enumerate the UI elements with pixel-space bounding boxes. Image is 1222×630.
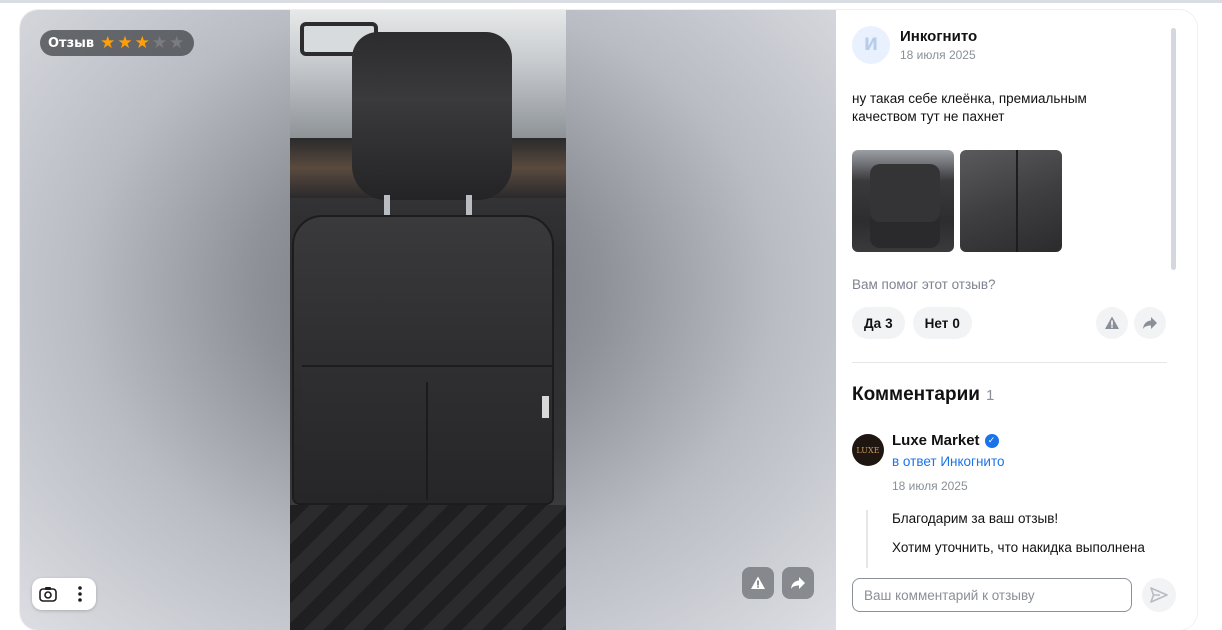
avatar: LUXE xyxy=(852,434,884,466)
section-divider xyxy=(852,362,1167,363)
review-text: ну такая себе клеёнка, премиальным качес… xyxy=(852,91,1087,124)
report-button[interactable] xyxy=(742,567,774,599)
star-icon: ★ xyxy=(117,32,133,53)
share-button[interactable] xyxy=(782,567,814,599)
rating-stars: ★ ★ ★ ★ ★ xyxy=(100,32,185,53)
photo-pocket-seam xyxy=(426,382,428,500)
send-button[interactable] xyxy=(1142,578,1176,612)
star-icon: ★ xyxy=(169,32,185,53)
photo-label-tag xyxy=(542,396,549,418)
reply-to-link[interactable]: в ответ Инкогнито xyxy=(892,454,1005,469)
helpful-question: Вам помог этот отзыв? xyxy=(852,277,996,292)
photo-floor-mat xyxy=(290,505,566,630)
review-date: 18 июля 2025 xyxy=(900,48,976,62)
comments-count: 1 xyxy=(985,387,995,404)
top-divider xyxy=(0,0,1222,3)
share-icon xyxy=(1143,317,1157,329)
comment-input[interactable] xyxy=(852,578,1132,612)
thumbnail-photo[interactable] xyxy=(960,150,1062,252)
comment-date: 18 июля 2025 xyxy=(892,479,968,493)
comment-line: Хотим уточнить, что накидка выполнена xyxy=(892,540,1145,555)
review-author: И Инкогнито 18 июля 2025 xyxy=(852,26,977,64)
review-rating-badge: Отзыв ★ ★ ★ ★ ★ xyxy=(40,30,195,56)
review-actions xyxy=(1096,307,1166,339)
comments-title: Комментарии xyxy=(852,384,980,405)
vote-no-button[interactable]: Нет 0 xyxy=(912,307,972,339)
media-viewer[interactable]: Отзыв ★ ★ ★ ★ ★ xyxy=(20,10,836,630)
photo-headrest xyxy=(352,32,512,200)
star-icon: ★ xyxy=(134,32,150,53)
more-vertical-icon[interactable] xyxy=(69,583,91,605)
avatar: И xyxy=(852,26,890,64)
review-modal: Отзыв ★ ★ ★ ★ ★ И Инкогнито 18 июля 2025… xyxy=(20,10,1197,630)
vote-yes-count: 3 xyxy=(885,315,893,331)
review-photo-main[interactable] xyxy=(290,10,566,630)
report-review-button[interactable] xyxy=(1096,307,1128,339)
warning-icon xyxy=(1105,316,1119,329)
comment-body: Благодарим за ваш отзыв! Хотим уточнить,… xyxy=(866,510,1166,568)
review-thumbnails xyxy=(852,150,1062,252)
vote-yes-label: Да xyxy=(864,315,882,331)
star-icon: ★ xyxy=(151,32,168,53)
badge-label: Отзыв xyxy=(48,35,95,51)
warning-icon xyxy=(751,576,765,589)
vote-yes-button[interactable]: Да 3 xyxy=(852,307,905,339)
comment-line: Благодарим за ваш отзыв! xyxy=(892,511,1059,526)
media-tools xyxy=(32,578,96,610)
camera-icon[interactable] xyxy=(37,583,59,605)
comment-author[interactable]: Luxe Market xyxy=(892,432,980,449)
comments-heading: Комментарии 1 xyxy=(852,384,994,406)
share-icon xyxy=(791,577,805,589)
vote-no-count: 0 xyxy=(952,315,960,331)
media-actions xyxy=(742,567,814,599)
thumbnail-photo[interactable] xyxy=(852,150,954,252)
star-icon: ★ xyxy=(100,32,116,53)
vote-buttons: Да 3 Нет 0 xyxy=(852,307,972,339)
verified-icon: ✓ xyxy=(984,433,999,448)
share-review-button[interactable] xyxy=(1134,307,1166,339)
send-icon xyxy=(1150,587,1168,603)
author-name: Инкогнито xyxy=(900,28,978,45)
review-panel: И Инкогнито 18 июля 2025 ну такая себе к… xyxy=(836,10,1197,630)
panel-scrollbar[interactable] xyxy=(1171,28,1176,270)
vote-no-label: Нет xyxy=(924,315,949,331)
